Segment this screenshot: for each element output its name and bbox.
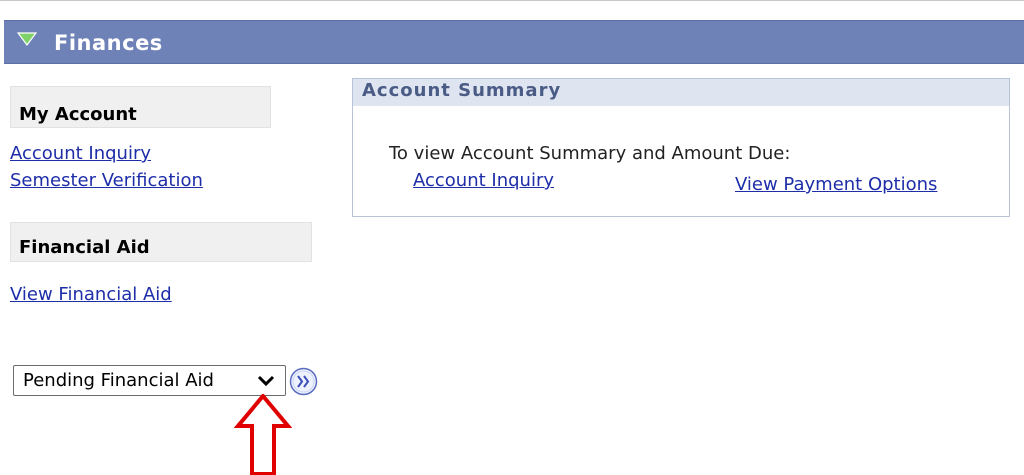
up-arrow-icon [234,394,292,475]
triangle-down-icon[interactable] [17,32,37,46]
summary-account-inquiry-link[interactable]: Account Inquiry [413,170,554,191]
view-financial-aid-link[interactable]: View Financial Aid [10,284,172,305]
financial-aid-select[interactable]: Pending Financial Aid [13,365,286,396]
account-summary-header: Account Summary [353,79,1009,106]
financial-aid-heading: Financial Aid [19,237,150,258]
financial-aid-heading-box: Financial Aid [10,222,312,262]
chevron-down-icon[interactable] [257,374,275,388]
finances-header[interactable]: Finances [4,20,1024,64]
my-account-heading-box: My Account [10,86,271,128]
section-title: Finances [54,31,163,55]
account-summary-title: Account Summary [362,80,562,101]
account-inquiry-link[interactable]: Account Inquiry [10,143,151,164]
my-account-heading: My Account [19,104,137,125]
account-summary-panel: Account Summary To view Account Summary … [352,78,1010,217]
semester-verification-link[interactable]: Semester Verification [10,170,203,191]
financial-aid-select-value: Pending Financial Aid [23,370,214,391]
view-payment-options-link[interactable]: View Payment Options [735,174,937,195]
account-summary-description: To view Account Summary and Amount Due: [389,143,791,164]
go-button[interactable] [289,367,318,396]
top-divider [0,0,1024,1]
